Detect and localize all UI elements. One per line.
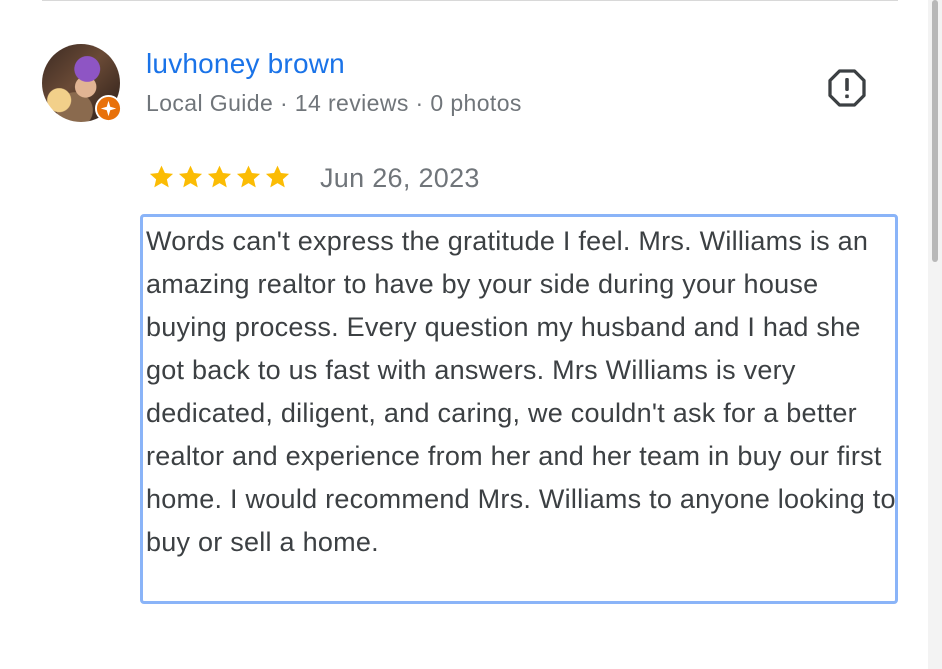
review-panel: luvhoney brown Local Guide · 14 reviews …	[0, 0, 942, 669]
local-guide-badge-icon	[95, 95, 122, 122]
star-icon	[236, 165, 261, 188]
star-icon	[265, 165, 290, 188]
scrollbar-thumb[interactable]	[932, 0, 938, 262]
star-icon	[149, 165, 174, 188]
review-text[interactable]: Words can't express the gratitude I feel…	[146, 220, 898, 564]
star-rating	[147, 163, 292, 191]
star-icon	[178, 165, 203, 188]
avatar[interactable]	[42, 44, 122, 122]
report-flag-icon[interactable]	[826, 67, 868, 109]
divider	[42, 0, 898, 1]
reviewer-name-link[interactable]: luvhoney brown	[146, 48, 345, 80]
star-icon	[207, 165, 232, 188]
review-date: Jun 26, 2023	[320, 163, 480, 193]
scrollbar[interactable]	[928, 0, 942, 669]
reviewer-meta: Local Guide · 14 reviews · 0 photos	[146, 90, 522, 116]
